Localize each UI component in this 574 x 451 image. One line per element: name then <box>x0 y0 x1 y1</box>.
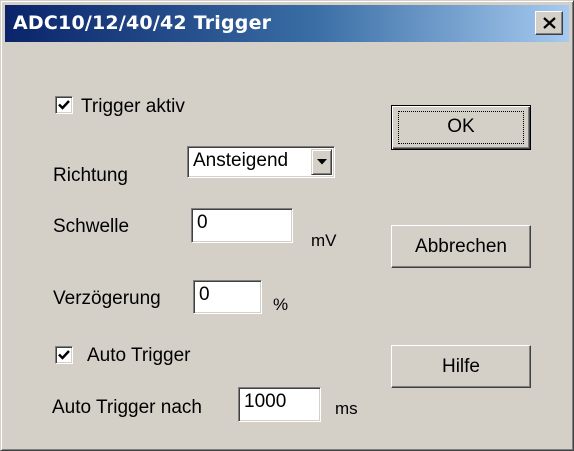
auto-trigger-after-input[interactable]: 1000 <box>238 387 321 422</box>
title-bar[interactable]: ADC10/12/40/42 Trigger <box>5 5 569 42</box>
auto-trigger-after-label: Auto Trigger nach <box>52 397 202 418</box>
help-button[interactable]: Hilfe <box>391 345 531 388</box>
dialog-title: ADC10/12/40/42 Trigger <box>13 12 272 34</box>
help-button-label: Hilfe <box>441 356 480 377</box>
close-icon <box>543 17 556 29</box>
auto-trigger-label[interactable]: Auto Trigger <box>87 345 191 367</box>
chevron-down-icon <box>317 159 327 165</box>
cancel-button-label: Abbrechen <box>415 236 507 257</box>
direction-select[interactable]: Ansteigend <box>187 146 335 178</box>
trigger-active-label[interactable]: Trigger aktiv <box>81 96 185 118</box>
close-button[interactable] <box>535 11 563 35</box>
direction-label: Richtung <box>53 165 128 186</box>
delay-input[interactable]: 0 <box>193 280 262 314</box>
threshold-unit: mV <box>311 231 337 250</box>
auto-trigger-after-unit: ms <box>335 399 358 418</box>
direction-value: Ansteigend <box>193 150 289 171</box>
dropdown-button[interactable] <box>311 149 332 175</box>
delay-label: Verzögerung <box>53 288 161 309</box>
cancel-button[interactable]: Abbrechen <box>391 225 531 268</box>
focus-indicator <box>398 111 524 144</box>
checkmark-icon <box>58 350 70 360</box>
auto-trigger-checkbox[interactable] <box>55 346 73 364</box>
threshold-input[interactable]: 0 <box>191 208 293 243</box>
checkmark-icon <box>58 100 70 110</box>
trigger-dialog: ADC10/12/40/42 Trigger Trigger aktiv Ric… <box>0 0 574 451</box>
delay-unit: % <box>273 295 289 314</box>
threshold-label: Schwelle <box>53 216 130 237</box>
trigger-active-checkbox[interactable] <box>55 96 73 114</box>
ok-button[interactable]: OK <box>391 105 531 150</box>
